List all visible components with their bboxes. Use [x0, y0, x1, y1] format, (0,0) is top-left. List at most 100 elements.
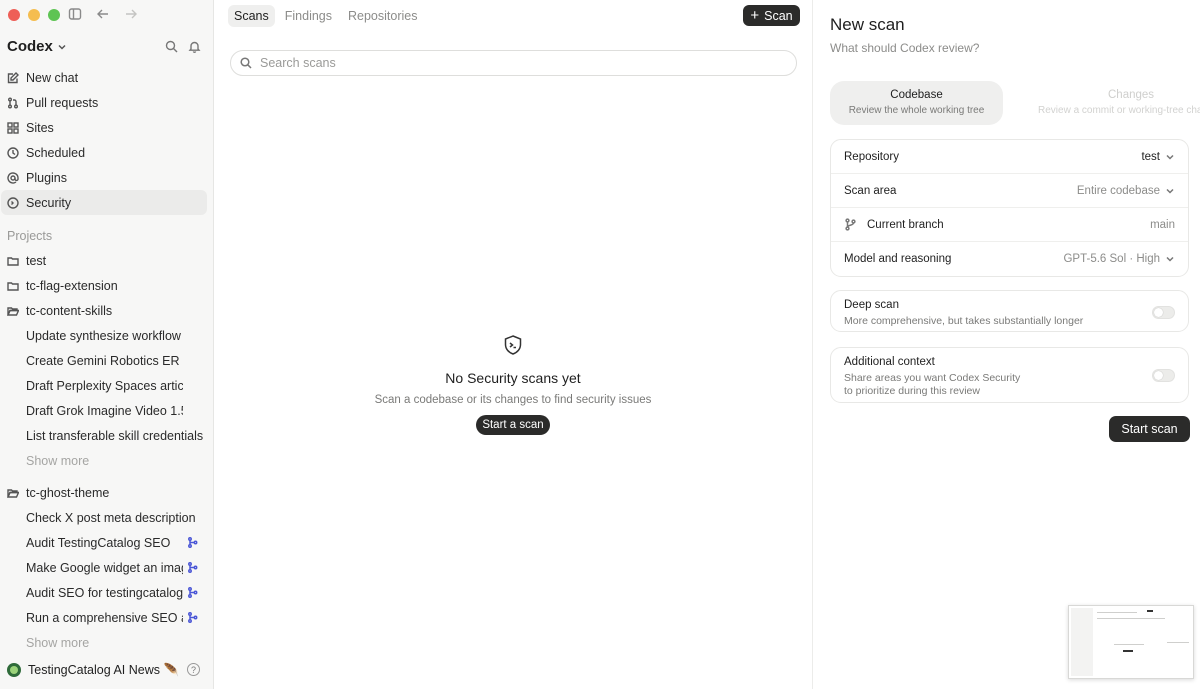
project-tc-flag-extension[interactable]: tc-flag-extension [0, 273, 214, 298]
nav-item-label: New chat [26, 70, 79, 85]
new-scan-label: Scan [764, 8, 793, 23]
close-window-button[interactable] [8, 9, 20, 21]
model-row[interactable]: Model and reasoning GPT-5.6 Sol · High [831, 242, 1188, 276]
thread-title: Check X post meta description [26, 510, 196, 525]
folder-open-icon [7, 488, 19, 498]
search-bar [230, 50, 797, 76]
nav-item-pull-requests[interactable]: Pull requests [0, 90, 208, 115]
new-scan-button[interactable]: + Scan [743, 5, 800, 26]
tab-scans[interactable]: Scans [228, 5, 275, 27]
projects-heading: Projects [7, 229, 53, 243]
window-controls [8, 9, 60, 21]
thread-item[interactable]: Draft Grok Imagine Video 1.5 [0, 398, 210, 423]
zoom-window-button[interactable] [48, 9, 60, 21]
project-label: tc-flag-extension [26, 278, 118, 293]
tab-findings[interactable]: Findings [279, 5, 338, 27]
nav-item-new-chat[interactable]: New chat [0, 65, 208, 90]
branch-label-group: Current branch [844, 218, 944, 231]
thread-item[interactable]: Draft Perplexity Spaces article [0, 373, 210, 398]
thread-title: Audit TestingCatalog SEO [26, 535, 171, 550]
app-switcher[interactable]: Codex [7, 38, 67, 55]
segment-changes[interactable]: Changes Review a commit or working-tree … [1030, 81, 1200, 125]
thread-item[interactable]: Audit TestingCatalog SEO [0, 530, 210, 555]
nav-item-label: Pull requests [26, 95, 99, 110]
panel-title: New scan [830, 15, 905, 34]
screenshot-thumbnail[interactable] [1068, 605, 1194, 679]
forward-arrow-icon[interactable] [124, 7, 138, 24]
account-footer[interactable]: TestingCatalog AI News 🪶 ? [0, 651, 213, 689]
branch-icon [187, 537, 198, 551]
project-tc-ghost-theme[interactable]: tc-ghost-theme [0, 480, 214, 505]
git-branch-icon [845, 218, 856, 231]
show-more-label: Show more [26, 453, 90, 468]
branch-value: main [1150, 218, 1175, 231]
minimize-window-button[interactable] [28, 9, 40, 21]
new-scan-panel: New scan What should Codex review? Codeb… [812, 0, 1200, 689]
thread-title: Run a comprehensive SEO au [26, 610, 183, 625]
thread-item[interactable]: Make Google widget an image [0, 555, 210, 580]
thread-item[interactable]: List transferable skill credentials [0, 423, 210, 448]
project-test[interactable]: test [0, 248, 214, 273]
scan-type-selector: Codebase Review the whole working tree C… [830, 81, 1200, 125]
model-select[interactable]: GPT-5.6 Sol · High [1063, 253, 1175, 265]
show-more-link[interactable]: Show more [0, 448, 210, 473]
edit-icon [7, 71, 19, 83]
nav-item-security[interactable]: Security [1, 190, 207, 215]
shield-icon [7, 196, 19, 209]
thumbnail-line [1097, 612, 1137, 613]
branch-icon [187, 562, 198, 576]
nav-item-label: Plugins [26, 170, 67, 185]
repository-row[interactable]: Repository test [831, 140, 1188, 174]
nav-item-scheduled[interactable]: Scheduled [0, 140, 208, 165]
thread-item[interactable]: Audit SEO for testingcatalog [0, 580, 210, 605]
scan-area-row[interactable]: Scan area Entire codebase [831, 174, 1188, 208]
search-input[interactable] [260, 56, 760, 70]
search-icon[interactable] [165, 40, 178, 56]
deep-scan-toggle[interactable] [1152, 306, 1175, 319]
tab-repositories[interactable]: Repositories [342, 5, 423, 27]
additional-context-toggle[interactable] [1152, 369, 1175, 382]
account-name: TestingCatalog AI News 🪶 [28, 662, 180, 677]
thread-item[interactable]: Run a comprehensive SEO au [0, 605, 210, 630]
scan-area-label: Scan area [844, 184, 897, 197]
branch-label: Current branch [867, 218, 944, 231]
nav-item-sites[interactable]: Sites [0, 115, 208, 140]
segment-codebase[interactable]: Codebase Review the whole working tree [830, 81, 1003, 125]
scans-view: Scans Findings Repositories + Scan No Se… [214, 0, 812, 689]
thread-item[interactable]: Update synthesize workflow appr [0, 323, 210, 348]
chevron-down-icon [1166, 154, 1174, 160]
thread-title: Update synthesize workflow appr [26, 328, 183, 343]
scan-area-select[interactable]: Entire codebase [1077, 185, 1175, 197]
chevron-down-icon [1166, 188, 1174, 194]
at-icon [7, 171, 19, 184]
model-value: GPT-5.6 Sol · High [1063, 253, 1160, 265]
clock-icon [7, 146, 19, 159]
search-icon [240, 57, 252, 69]
segment-label: Codebase [890, 89, 943, 101]
thread-item[interactable]: Check X post meta description [0, 505, 210, 530]
thread-item[interactable]: Create Gemini Robotics ER 2 draf [0, 348, 210, 373]
segment-description: Review a commit or working-tree cha [1038, 105, 1200, 116]
bell-icon[interactable] [188, 40, 201, 56]
start-scan-button[interactable]: Start scan [1109, 416, 1190, 442]
folder-open-icon [7, 306, 19, 316]
nav-item-plugins[interactable]: Plugins [0, 165, 208, 190]
thread-title: Audit SEO for testingcatalog [26, 585, 183, 600]
start-a-scan-button[interactable]: Start a scan [476, 415, 550, 435]
project-label: test [26, 253, 47, 268]
project-tc-content-skills[interactable]: tc-content-skills [0, 298, 214, 323]
project-label: tc-ghost-theme [26, 485, 110, 500]
help-icon[interactable]: ? [187, 663, 200, 676]
additional-context-label: Additional context [844, 356, 935, 368]
thumbnail-button [1147, 610, 1153, 612]
additional-context-description: Share areas you want Codex Security to p… [844, 372, 1175, 398]
sidebar-toggle-icon[interactable] [68, 7, 82, 24]
window-toolbar [68, 7, 138, 24]
sidebar-actions [165, 40, 201, 56]
thread-title: List transferable skill credentials [26, 428, 204, 443]
panel-subtitle: What should Codex review? [830, 41, 980, 55]
back-arrow-icon[interactable] [96, 7, 110, 24]
deep-scan-description: More comprehensive, but takes substantia… [844, 315, 1084, 327]
repository-select[interactable]: test [1141, 151, 1175, 163]
branch-row: Current branch main [831, 208, 1188, 242]
